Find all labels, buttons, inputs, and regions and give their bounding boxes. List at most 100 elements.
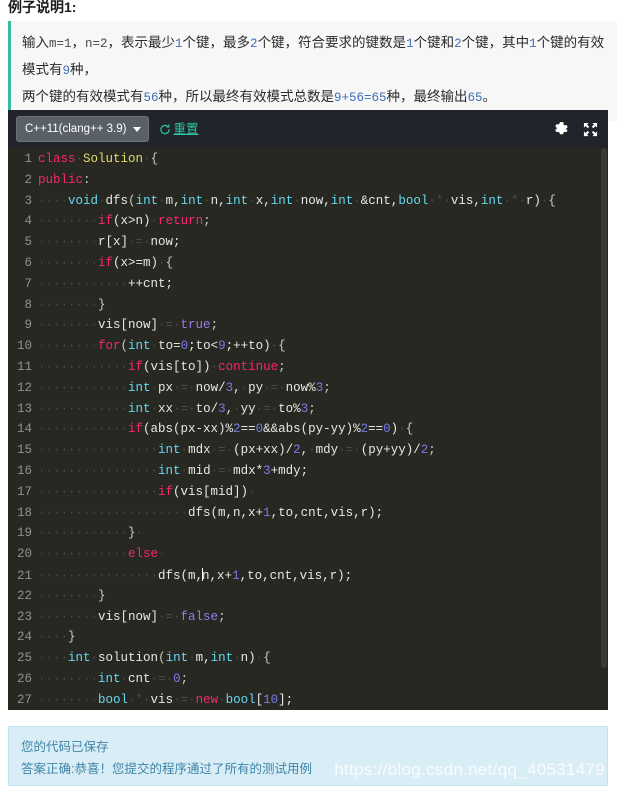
gear-icon[interactable] bbox=[554, 121, 569, 137]
code-line[interactable]: 14 ············if(abs(px-xx)%2==0&&abs(py… bbox=[8, 422, 608, 443]
code-vertical-scrollbar[interactable] bbox=[600, 148, 608, 710]
code-line-content[interactable]: ········} bbox=[38, 298, 106, 312]
code-line[interactable]: 2 public: bbox=[8, 173, 608, 194]
language-select[interactable]: C++11(clang++ 3.9) bbox=[16, 116, 150, 142]
line-number: 15 bbox=[16, 443, 32, 458]
code-line[interactable]: 24 ····} bbox=[8, 630, 608, 651]
code-line[interactable]: 27 ········bool·*·vis·=·new·bool[10]; bbox=[8, 693, 608, 710]
reset-button[interactable]: 重置 bbox=[159, 122, 198, 136]
code-line-content[interactable]: ········if(x>=m)·{ bbox=[38, 256, 173, 270]
code-line-content[interactable]: ········for(int·to=0;to<9;++to)·{ bbox=[38, 339, 286, 353]
code-token: bool bbox=[225, 692, 256, 707]
code-lines[interactable]: 1 class·Solution·{2 public: 3 ····void·dfs(i… bbox=[8, 148, 608, 710]
code-token: ········ bbox=[38, 588, 99, 603]
code-line-content[interactable]: ····void·dfs(int·m,int·n,int·x,int·now,i… bbox=[38, 194, 556, 208]
code-line[interactable]: 25 ····int·solution(int·m,int·n)·{ bbox=[8, 651, 608, 672]
code-line-content[interactable]: ············int·xx·=·to/3,·yy·=·to%3; bbox=[38, 402, 316, 416]
code-line-content[interactable]: ········bool·*·vis·=·new·bool[10]; bbox=[38, 693, 293, 707]
explanation-fragment: 1 bbox=[175, 37, 183, 51]
code-line-content[interactable]: public: bbox=[38, 173, 91, 187]
code-line[interactable]: 4 ········if(x>n)·return; bbox=[8, 214, 608, 235]
code-line-content[interactable]: ········if(x>n)·return; bbox=[38, 214, 211, 228]
explanation-fragment: ， bbox=[71, 35, 86, 50]
code-line-content[interactable]: ················dfs(m,n,x+1,to,cnt,vis,r… bbox=[38, 567, 352, 583]
code-token: n, bbox=[210, 193, 226, 208]
code-line-content[interactable]: ········vis[now]·=·false; bbox=[38, 610, 226, 624]
code-token: (abs(px-xx)% bbox=[143, 422, 234, 437]
line-number: 26 bbox=[16, 671, 32, 686]
code-token: class bbox=[38, 152, 76, 166]
code-token: n) bbox=[240, 651, 256, 666]
code-token: 9 bbox=[218, 339, 226, 354]
code-line-content[interactable]: ········int·cnt·=·0; bbox=[38, 672, 188, 686]
code-line-content[interactable]: ············++cnt; bbox=[38, 277, 173, 291]
code-token: py bbox=[248, 380, 264, 395]
expand-icon[interactable] bbox=[583, 122, 598, 137]
code-line[interactable]: 21 ················dfs(m,n,x+1,to,cnt,vis… bbox=[8, 567, 608, 589]
code-token: int bbox=[225, 193, 249, 208]
code-token: now% bbox=[285, 380, 316, 395]
explanation-line-2: 两个键的有效模式有56种，所以最终有效模式总数是9+56=65种，最终输出65。 bbox=[22, 84, 605, 111]
code-token: 0 bbox=[255, 422, 264, 437]
code-token: · bbox=[308, 443, 316, 458]
code-line-content[interactable]: ············}· bbox=[38, 526, 143, 540]
code-line[interactable]: 5 ········r[x]·=·now; bbox=[8, 235, 608, 256]
code-line[interactable]: 3 ····void·dfs(int·m,int·n,int·x,int·now,… bbox=[8, 194, 608, 215]
code-line-content[interactable]: ····int·solution(int·m,int·n)·{ bbox=[38, 651, 271, 665]
code-line-content[interactable]: ············int·px·=·now/3,·py·=·now%3; bbox=[38, 381, 331, 395]
editor-toolbar: C++11(clang++ 3.9) 重置 bbox=[8, 110, 608, 148]
code-token: · bbox=[90, 651, 99, 666]
code-line[interactable]: 8 ········} bbox=[8, 298, 608, 319]
code-line-content[interactable]: ············if(abs(px-xx)%2==0&&abs(py-y… bbox=[38, 422, 413, 436]
code-line[interactable]: 16 ················int·mid·=·mdx*3+mdy; bbox=[8, 464, 608, 485]
code-line-content[interactable]: ········} bbox=[38, 589, 106, 603]
code-area[interactable]: 1 class·Solution·{2 public: 3 ····void·dfs(i… bbox=[8, 148, 608, 710]
code-line-content[interactable]: ················int·mdx·=·(px+xx)/2,·mdy… bbox=[38, 443, 436, 457]
code-token: void bbox=[68, 193, 99, 208]
code-token: ,to,cnt,vis,r); bbox=[270, 505, 384, 520]
code-token: ·*· bbox=[428, 193, 451, 208]
code-line[interactable]: 7 ············++cnt; bbox=[8, 277, 608, 298]
code-token: false bbox=[180, 609, 219, 624]
code-token: ;to< bbox=[188, 339, 219, 354]
line-number: 7 bbox=[24, 276, 32, 291]
code-line[interactable]: 19 ············}· bbox=[8, 526, 608, 547]
code-line[interactable]: 6 ········if(x>=m)·{ bbox=[8, 256, 608, 277]
code-line[interactable]: 23 ········vis[now]·=·false; bbox=[8, 610, 608, 631]
code-token: ···· bbox=[38, 193, 69, 208]
code-line[interactable]: 12 ············int·px·=·now/3,·py·=·now%3… bbox=[8, 381, 608, 402]
line-number: 18 bbox=[16, 505, 32, 520]
code-line-content[interactable]: ········vis[now]·=·true; bbox=[38, 318, 218, 332]
code-line-content[interactable]: ········r[x]·=·now; bbox=[38, 235, 181, 249]
code-line[interactable]: 11 ············if(vis[to])·continue; bbox=[8, 360, 608, 381]
code-line[interactable]: 20 ············else· bbox=[8, 547, 608, 568]
code-line-content[interactable]: ················int·mid·=·mdx*3+mdy; bbox=[38, 464, 308, 478]
code-token: ·=· bbox=[173, 401, 196, 416]
code-line[interactable]: 15 ················int·mdx·=·(px+xx)/2,·m… bbox=[8, 443, 608, 464]
explanation-fragment: 两个键的有效模式有 bbox=[22, 89, 144, 104]
code-line-content[interactable]: ················if(vis[mid])· bbox=[38, 485, 256, 499]
code-token: ;++to) bbox=[225, 339, 271, 354]
code-line-content[interactable]: class·Solution·{ bbox=[38, 152, 158, 166]
code-line-content[interactable]: ············if(vis[to])·continue; bbox=[38, 360, 286, 374]
code-line[interactable]: 18 ····················dfs(m,n,x+1,to,cnt… bbox=[8, 506, 608, 527]
code-line[interactable]: 10 ········for(int·to=0;to<9;++to)·{ bbox=[8, 339, 608, 360]
code-token: if bbox=[98, 214, 114, 229]
code-line-content[interactable]: ····} bbox=[38, 630, 76, 644]
code-line[interactable]: 9 ········vis[now]·=·true; bbox=[8, 318, 608, 339]
code-line[interactable]: 22 ········} bbox=[8, 589, 608, 610]
code-token: int bbox=[158, 443, 181, 458]
code-line[interactable]: 17 ················if(vis[mid])· bbox=[8, 485, 608, 506]
code-line-content[interactable]: ····················dfs(m,n,x+1,to,cnt,v… bbox=[38, 506, 383, 520]
line-number: 22 bbox=[16, 588, 32, 603]
code-line[interactable]: 26 ········int·cnt·=·0; bbox=[8, 672, 608, 693]
code-token: · bbox=[158, 547, 166, 562]
code-token: +mdy; bbox=[270, 463, 309, 478]
scrollbar-thumb[interactable] bbox=[601, 148, 607, 668]
code-token: else bbox=[128, 547, 159, 562]
code-token: , bbox=[300, 443, 309, 458]
code-line[interactable]: 1 class·Solution·{ bbox=[8, 152, 608, 173]
code-line-content[interactable]: ············else· bbox=[38, 547, 166, 561]
code-line[interactable]: 13 ············int·xx·=·to/3,·yy·=·to%3; bbox=[8, 402, 608, 423]
code-token: (vis[to]) bbox=[143, 359, 211, 374]
